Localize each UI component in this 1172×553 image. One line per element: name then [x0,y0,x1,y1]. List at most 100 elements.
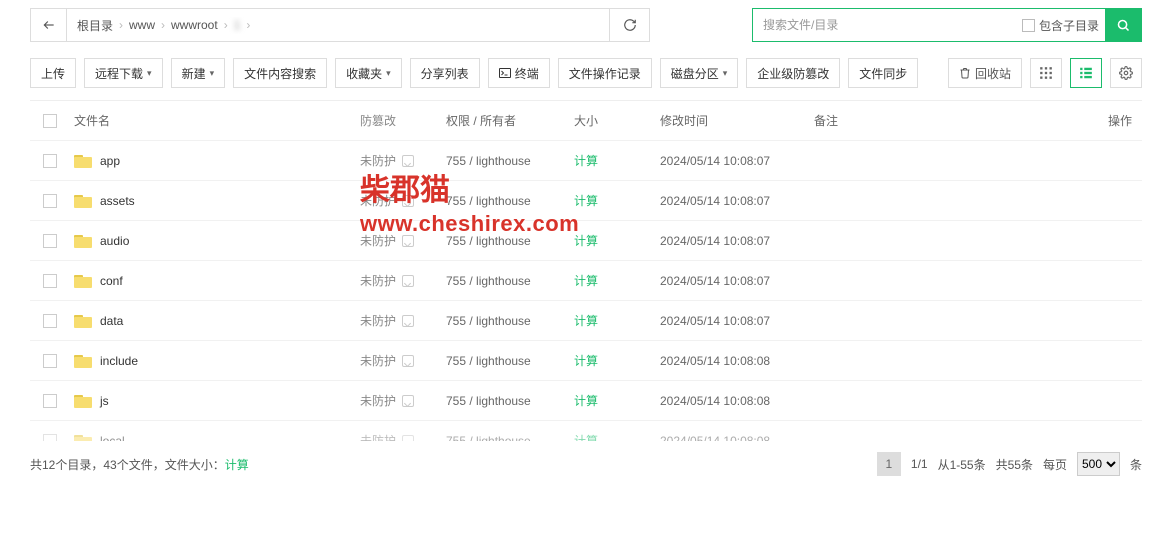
new-button[interactable]: 新建▾ [171,58,226,88]
table-row[interactable]: js未防护755 / lighthouse计算2024/05/14 10:08:… [30,381,1142,421]
protect-cell[interactable]: 未防护 [360,192,446,209]
remote-download-button[interactable]: 远程下载▾ [84,58,163,88]
row-checkbox[interactable] [43,274,57,288]
file-name-cell[interactable]: data [70,313,360,328]
share-list-button[interactable]: 分享列表 [410,58,480,88]
row-checkbox[interactable] [43,394,57,408]
recycle-bin-button[interactable]: 回收站 [948,58,1022,88]
include-subdir-toggle[interactable]: 包含子目录 [1016,17,1105,34]
op-log-button[interactable]: 文件操作记录 [558,58,652,88]
col-header-name[interactable]: 文件名 [70,112,360,129]
calc-size-link[interactable]: 计算 [574,434,598,441]
protect-status: 未防护 [360,352,396,369]
file-name-cell[interactable]: app [70,153,360,168]
perm-cell[interactable]: 755 / lighthouse [446,394,574,408]
calc-size-link[interactable]: 计算 [574,314,598,328]
protect-cell[interactable]: 未防护 [360,232,446,249]
footer-summary: 共12个目录，43个文件，文件大小：计算 [30,456,249,473]
table-body[interactable]: app未防护755 / lighthouse计算2024/05/14 10:08… [30,141,1142,441]
view-list-button[interactable] [1070,58,1102,88]
search-button[interactable] [1105,9,1141,41]
perm-cell[interactable]: 755 / lighthouse [446,194,574,208]
file-name-cell[interactable]: include [70,353,360,368]
pagination: 1 1/1 从1-55条 共55条 每页 500 条 [877,452,1142,476]
folder-icon [74,153,92,168]
per-page-select[interactable]: 500 [1077,452,1120,476]
calc-size-link[interactable]: 计算 [225,458,249,472]
mtime-cell: 2024/05/14 10:08:08 [660,434,814,442]
row-checkbox[interactable] [43,434,57,442]
label: 磁盘分区 [671,65,719,82]
col-header-mtime[interactable]: 修改时间 [660,112,814,129]
col-header-note[interactable]: 备注 [814,112,1082,129]
enterprise-tamper-button[interactable]: 企业级防篡改 [746,58,840,88]
search-box: 包含子目录 [752,8,1142,42]
table-row[interactable]: conf未防护755 / lighthouse计算2024/05/14 10:0… [30,261,1142,301]
perm-cell[interactable]: 755 / lighthouse [446,354,574,368]
perm-cell[interactable]: 755 / lighthouse [446,274,574,288]
perm-cell[interactable]: 755 / lighthouse [446,434,574,442]
file-name-cell[interactable]: conf [70,273,360,288]
page-count: 共55条 [996,456,1033,473]
search-input[interactable] [753,18,1016,32]
calc-size-link[interactable]: 计算 [574,234,598,248]
settings-button[interactable] [1110,58,1142,88]
breadcrumb-seg-redacted[interactable]: 1 [234,18,241,32]
calc-size-link[interactable]: 计算 [574,274,598,288]
table-row[interactable]: assets未防护755 / lighthouse计算2024/05/14 10… [30,181,1142,221]
terminal-button[interactable]: 终端 [488,58,550,88]
breadcrumb-seg[interactable]: 根目录 [77,17,113,34]
table-row[interactable]: app未防护755 / lighthouse计算2024/05/14 10:08… [30,141,1142,181]
protect-cell[interactable]: 未防护 [360,352,446,369]
row-checkbox[interactable] [43,234,57,248]
protect-cell[interactable]: 未防护 [360,392,446,409]
row-checkbox[interactable] [43,194,57,208]
breadcrumb-seg[interactable]: wwwroot [171,18,218,32]
row-checkbox[interactable] [43,354,57,368]
grid-icon [1039,66,1053,80]
col-header-size[interactable]: 大小 [574,112,660,129]
shield-icon [402,435,414,442]
per-page-suffix: 条 [1130,456,1142,473]
calc-size-link[interactable]: 计算 [574,194,598,208]
page-current[interactable]: 1 [877,452,901,476]
folder-icon [74,353,92,368]
file-sync-button[interactable]: 文件同步 [848,58,918,88]
protect-cell[interactable]: 未防护 [360,432,446,441]
file-name-cell[interactable]: assets [70,193,360,208]
protect-cell[interactable]: 未防护 [360,312,446,329]
refresh-button[interactable] [609,9,649,41]
table-row[interactable]: audio未防护755 / lighthouse计算2024/05/14 10:… [30,221,1142,261]
perm-cell[interactable]: 755 / lighthouse [446,154,574,168]
col-header-protect[interactable]: 防篡改 [360,112,446,129]
breadcrumb-seg[interactable]: www [129,18,155,32]
label: 终端 [515,65,539,82]
file-name-cell[interactable]: local [70,433,360,441]
calc-size-link[interactable]: 计算 [574,354,598,368]
row-checkbox[interactable] [43,314,57,328]
select-all-checkbox[interactable] [43,114,57,128]
row-checkbox[interactable] [43,154,57,168]
favorites-button[interactable]: 收藏夹▾ [335,58,402,88]
col-header-perm[interactable]: 权限 / 所有者 [446,112,574,129]
checkbox-icon [1022,19,1035,32]
calc-size-link[interactable]: 计算 [574,154,598,168]
upload-button[interactable]: 上传 [30,58,76,88]
perm-cell[interactable]: 755 / lighthouse [446,314,574,328]
trash-icon [959,67,971,79]
protect-cell[interactable]: 未防护 [360,152,446,169]
view-grid-button[interactable] [1030,58,1062,88]
calc-size-link[interactable]: 计算 [574,394,598,408]
perm-cell[interactable]: 755 / lighthouse [446,234,574,248]
content-search-button[interactable]: 文件内容搜索 [233,58,327,88]
file-name-cell[interactable]: audio [70,233,360,248]
table-row[interactable]: include未防护755 / lighthouse计算2024/05/14 1… [30,341,1142,381]
file-name-cell[interactable]: js [70,393,360,408]
table-row[interactable]: local未防护755 / lighthouse计算 2024/05/14 10:… [30,421,1142,441]
protect-cell[interactable]: 未防护 [360,272,446,289]
table-row[interactable]: data未防护755 / lighthouse计算2024/05/14 10:0… [30,301,1142,341]
back-button[interactable] [31,9,67,41]
disk-partition-button[interactable]: 磁盘分区▾ [660,58,739,88]
folder-icon [74,433,92,441]
breadcrumb-path[interactable]: 根目录 › www › wwwroot › 1 › [67,17,609,34]
